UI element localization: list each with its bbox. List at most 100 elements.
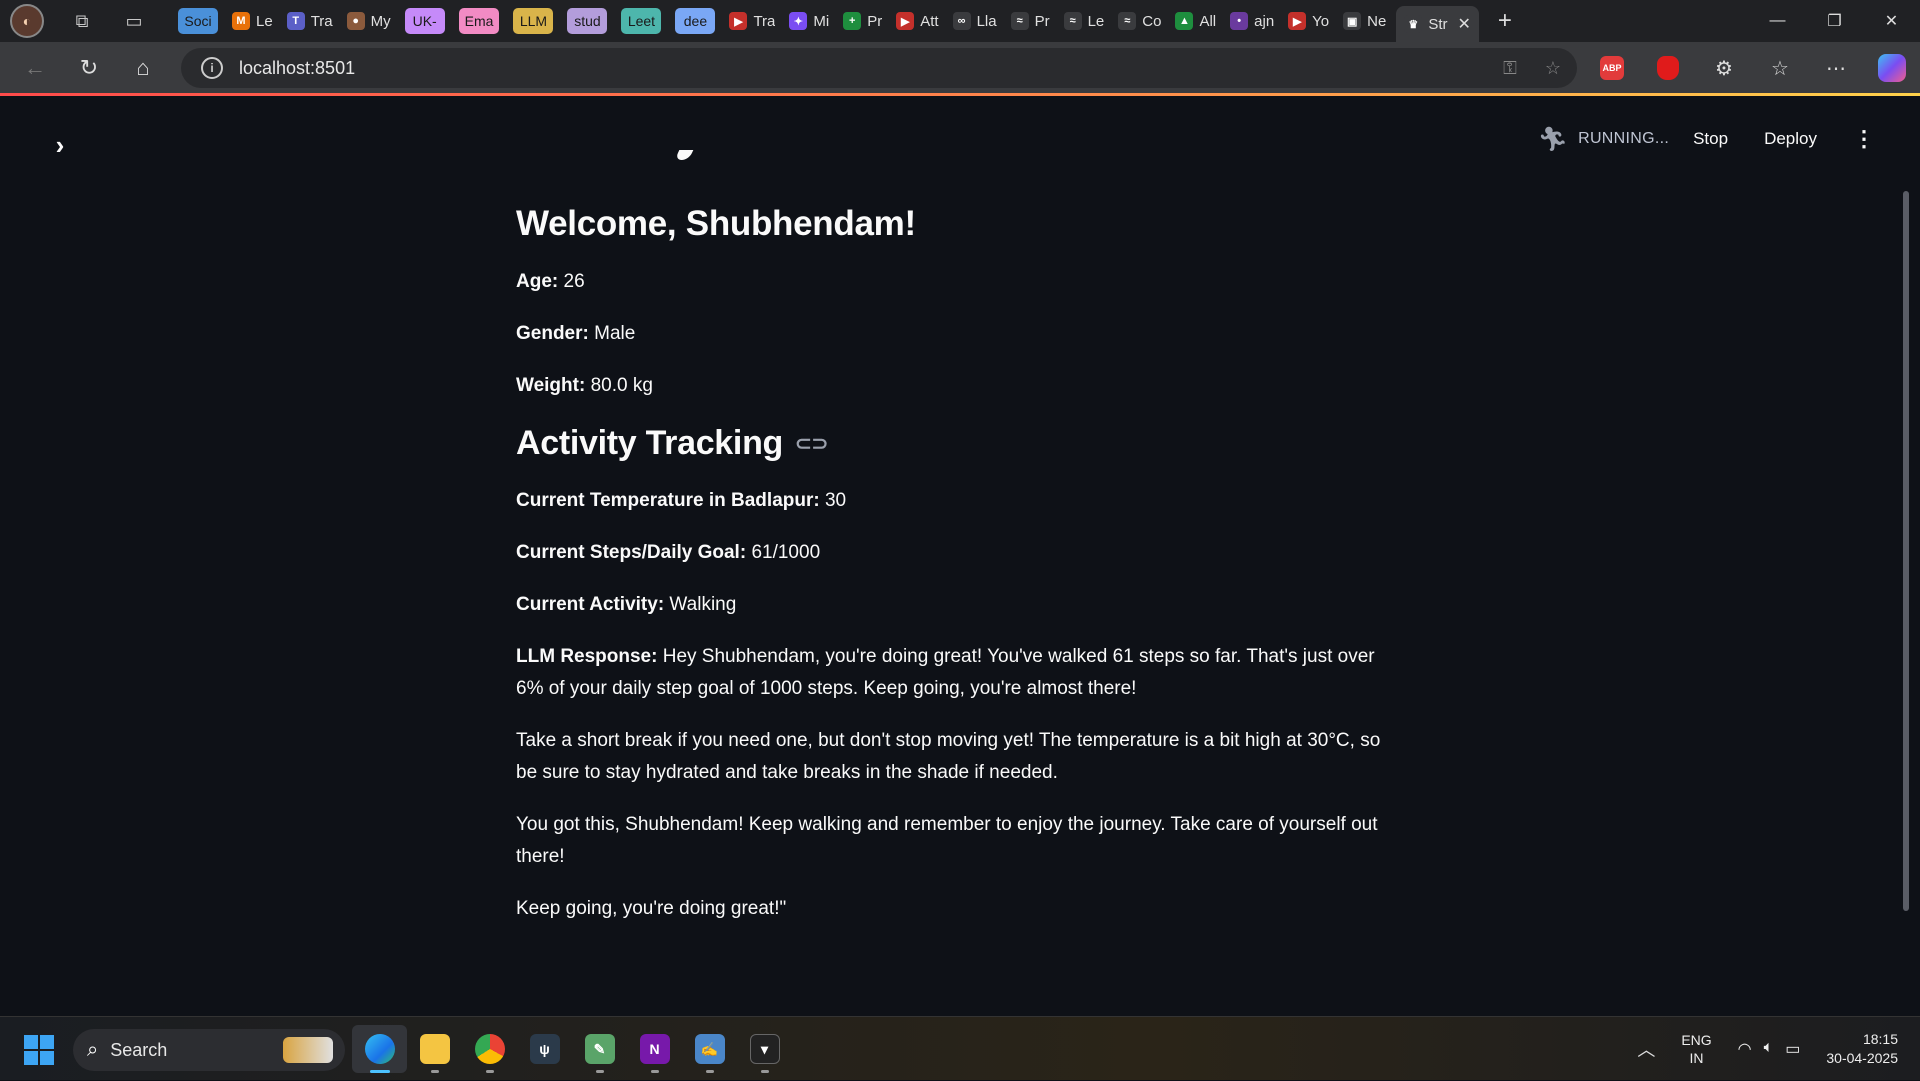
tab-group-chip[interactable]: Ema (458, 8, 500, 34)
chevron-up-icon[interactable]: ︿ (1637, 1036, 1655, 1062)
clock-date: 30-04-2025 (1826, 1050, 1898, 1066)
browser-tab[interactable]: ▶ Yo (1284, 6, 1333, 36)
tab-group-chip[interactable]: UK- (404, 8, 445, 34)
close-window-button[interactable]: ✕ (1863, 0, 1920, 42)
extensions-area: ABP ⚙ ☆ ⋯ (1584, 42, 1920, 94)
terminal-app-icon[interactable]: ▾ (737, 1025, 792, 1073)
predator-app-icon[interactable]: ψ (517, 1025, 572, 1073)
more-menu-icon[interactable]: ⋯ (1808, 42, 1864, 94)
favorites-icon[interactable]: ☆ (1752, 42, 1808, 94)
language-code: ENG (1681, 1032, 1712, 1048)
windows-start-icon[interactable] (24, 1035, 54, 1065)
reload-button[interactable]: ↻ (62, 42, 116, 94)
copilot-icon[interactable] (1864, 42, 1920, 94)
tab-group-chip[interactable]: stud (567, 8, 608, 34)
favorite-star-icon[interactable]: ☆ (1545, 58, 1561, 79)
tab-favicon-icon: ▶ (729, 12, 748, 30)
main-menu-icon[interactable]: ⋮ (1853, 126, 1875, 152)
browser-tab[interactable]: + Pr (839, 6, 886, 36)
browser-tab[interactable]: ▲ All (1171, 6, 1220, 36)
quick-settings[interactable]: ◠ 🔈︎ ▭ (1738, 1039, 1801, 1059)
tab-label: Att (920, 12, 939, 30)
browser-tab[interactable]: ▶ Tra (725, 6, 779, 36)
llm-response-p3: You got this, Shubhendam! Keep walking a… (516, 814, 1378, 867)
adblock-extension-icon[interactable]: ABP (1584, 42, 1640, 94)
activity-line: Current Activity: Walking (516, 589, 1406, 621)
vertical-tabs-icon[interactable]: ▭ (114, 0, 154, 42)
browser-tab[interactable]: ≈ Pr (1007, 6, 1054, 36)
edge-app-icon[interactable] (352, 1025, 407, 1073)
status-text: RUNNING... (1578, 130, 1670, 147)
tab-label: My (370, 12, 391, 30)
language-indicator[interactable]: ENG IN (1681, 1031, 1711, 1067)
browser-tab[interactable]: M Le (228, 6, 277, 36)
browser-tab[interactable]: UK- (401, 6, 449, 36)
running-man-icon: 🏃︎ (1537, 125, 1569, 153)
profile-avatar[interactable]: ◐ (10, 4, 44, 38)
browser-tab[interactable]: ● My (343, 6, 395, 36)
home-button[interactable]: ⌂ (116, 42, 170, 94)
clock[interactable]: 18:15 30-04-2025 (1826, 1030, 1898, 1068)
browser-tab[interactable]: • ajn (1226, 6, 1278, 36)
app-toolbar: 🏃︎ RUNNING... Stop Deploy ⋮ (1537, 122, 1875, 156)
chrome-app-icon[interactable] (462, 1025, 517, 1073)
search-icon: ⌕ (87, 1038, 99, 1061)
site-info-icon[interactable]: i (201, 57, 223, 79)
tab-label: Tra (753, 12, 776, 30)
url-text[interactable]: localhost:8501 (239, 58, 355, 79)
tab-label: All (1199, 12, 1217, 30)
close-tab-icon[interactable]: ✕ (1458, 14, 1471, 34)
windows-taskbar: ⌕ Search ψ ✎ N ✍ ▾ ︿ ENG IN ◠ 🔈︎ ▭ 18:15… (0, 1016, 1920, 1080)
workspaces-icon[interactable]: ⧉ (62, 0, 102, 42)
minimize-button[interactable]: — (1749, 0, 1806, 42)
tab-label: Str (1428, 15, 1448, 33)
hand-extension-icon[interactable] (1640, 42, 1696, 94)
onenote-app-icon[interactable]: N (627, 1025, 682, 1073)
tab-label: Mi (813, 12, 830, 30)
browser-tab-active[interactable]: ♛ Str ✕ (1396, 6, 1479, 42)
password-key-icon[interactable]: ⚿ (1503, 58, 1517, 79)
browser-tab[interactable]: ∞ Lla (949, 6, 1001, 36)
browser-tab[interactable]: ▶ Att (892, 6, 942, 36)
browser-tab[interactable]: ▣ Ne (1339, 6, 1390, 36)
taskbar-search[interactable]: ⌕ Search (73, 1029, 345, 1071)
address-bar[interactable]: i localhost:8501 ⚿ ☆ (181, 48, 1577, 88)
stop-button[interactable]: Stop (1693, 129, 1728, 149)
chevron-right-icon[interactable]: › (45, 130, 75, 160)
browser-tab[interactable]: ≈ Le (1060, 6, 1109, 36)
browser-tab[interactable]: ✦ Mi (785, 6, 833, 36)
anchor-link-icon[interactable]: ⊂⊃ (795, 431, 828, 456)
paint-app-icon[interactable]: ✎ (572, 1025, 627, 1073)
file-explorer-icon[interactable] (407, 1025, 462, 1073)
age-label: Age: (516, 271, 559, 292)
notepad-app-icon[interactable]: ✍ (682, 1025, 737, 1073)
browser-tab[interactable]: ≈ Co (1114, 6, 1165, 36)
tab-favicon-icon: ▶ (896, 12, 915, 30)
browser-tab[interactable]: dee (671, 6, 719, 36)
deploy-button[interactable]: Deploy (1764, 129, 1817, 149)
tab-group-chip[interactable]: Leet (621, 8, 662, 34)
steps-label: Current Steps/Daily Goal: (516, 542, 747, 563)
browser-tab[interactable]: Soci (174, 6, 222, 36)
welcome-heading: Welcome, Shubhendam! (516, 204, 916, 243)
running-status: 🏃︎ RUNNING... (1537, 125, 1669, 154)
page-scrollbar[interactable] (1903, 191, 1909, 911)
back-button[interactable]: ← (8, 42, 62, 94)
tab-group-chip[interactable]: LLM (513, 8, 554, 34)
activity-tracking-heading: Activity Tracking ⊂⊃ (516, 424, 1406, 463)
browser-tab[interactable]: Leet (617, 6, 665, 36)
tab-favicon-icon: • (1230, 12, 1249, 30)
age-value: 26 (558, 271, 585, 292)
age-line: Age: 26 (516, 266, 1406, 298)
extensions-puzzle-icon[interactable]: ⚙ (1696, 42, 1752, 94)
browser-tab[interactable]: T Tra (283, 6, 337, 36)
tab-favicon-icon: ≈ (1010, 12, 1029, 30)
window-controls: — ❐ ✕ (1749, 0, 1920, 42)
new-tab-button[interactable]: + (1485, 0, 1525, 42)
restore-button[interactable]: ❐ (1806, 0, 1863, 42)
tab-group-chip[interactable]: dee (675, 8, 716, 34)
tab-group-chip[interactable]: Soci (178, 8, 218, 34)
browser-tab[interactable]: stud (563, 6, 611, 36)
browser-tab[interactable]: Ema (455, 6, 504, 36)
browser-tab[interactable]: LLM (509, 6, 557, 36)
